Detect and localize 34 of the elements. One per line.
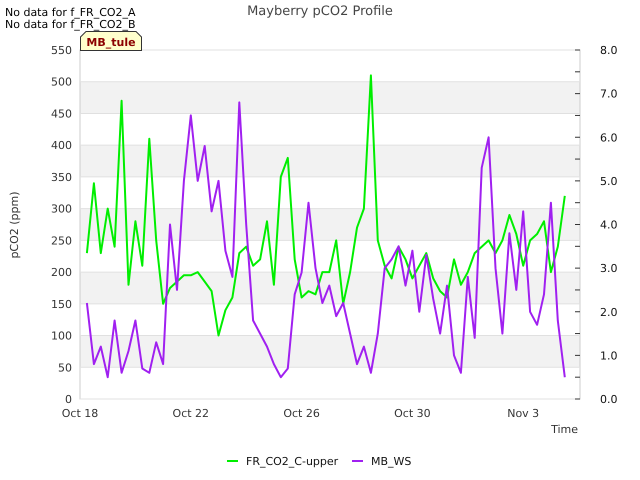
y-tick-label: 250 <box>51 234 72 248</box>
y-axis-title: pCO2 (ppm) <box>8 191 21 259</box>
y-tick-label: 300 <box>51 202 72 216</box>
right-y-tick-label: 7.0 <box>600 88 618 101</box>
x-tick-label: Oct 26 <box>283 407 320 420</box>
x-tick-label: Oct 30 <box>394 407 431 420</box>
y-tick-label: 500 <box>51 76 72 89</box>
y-tick-label: 0 <box>65 393 72 406</box>
right-y-tick-label: 6.0 <box>600 131 618 144</box>
right-y-tick-label: 8.0 <box>600 44 618 57</box>
y-tick-label: 150 <box>51 298 72 311</box>
x-tick-label: Oct 22 <box>172 407 210 420</box>
x-axis-title: Time <box>551 423 578 436</box>
legend-label: FR_CO2_C-upper <box>246 455 338 468</box>
right-y-tick-label: 0.0 <box>600 393 618 406</box>
right-y-tick-label: 4.0 <box>600 218 618 232</box>
right-y-tick-label: 1.0 <box>600 349 618 362</box>
y-tick-label: 400 <box>51 139 72 152</box>
x-tick-label: Nov 3 <box>507 407 540 420</box>
y-tick-label: 450 <box>51 107 72 120</box>
x-tick-label: Oct 18 <box>62 407 98 420</box>
site-tag: MB_tule <box>80 31 142 51</box>
chart-title: Mayberry pCO2 Profile <box>247 4 393 19</box>
no-data-notice: No data for f_FR_CO2_B <box>5 19 136 31</box>
legend-label: MB_WS <box>371 455 412 468</box>
y-tick-label: 350 <box>51 170 72 184</box>
y-tick-label: 200 <box>51 266 72 280</box>
y-tick-label: 50 <box>58 361 72 374</box>
right-y-tick-label: 2.0 <box>600 306 618 319</box>
y-tick-label: 550 <box>51 44 72 57</box>
right-y-tick-label: 3.0 <box>600 262 618 276</box>
no-data-notice: No data for f_FR_CO2_A <box>5 7 136 19</box>
right-y-tick-label: 5.0 <box>600 174 618 188</box>
y-tick-label: 100 <box>51 330 72 343</box>
